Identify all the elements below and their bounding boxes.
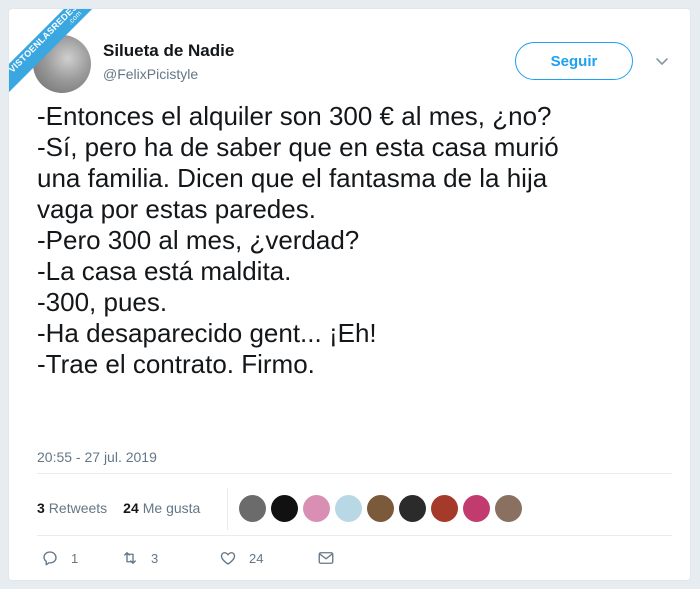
tweet-line: vaga por estas paredes. xyxy=(37,194,316,224)
divider xyxy=(37,535,672,536)
likes-label[interactable]: Me gusta xyxy=(143,500,201,516)
tweet-line: una familia. Dicen que el fantasma de la… xyxy=(37,163,548,193)
retweets-count[interactable]: 3 xyxy=(37,500,45,516)
liker-avatar[interactable] xyxy=(303,495,330,522)
tweet-line: -Entonces el alquiler son 300 € al mes, … xyxy=(37,101,552,131)
liker-avatars xyxy=(239,495,522,522)
liker-avatar[interactable] xyxy=(463,495,490,522)
divider xyxy=(37,473,672,474)
heart-icon[interactable] xyxy=(219,549,237,567)
reply-action[interactable]: 1 xyxy=(41,549,121,567)
liker-avatar[interactable] xyxy=(271,495,298,522)
watermark-ribbon: VISTOENLASREDES .com xyxy=(9,9,99,99)
like-count: 24 xyxy=(249,550,264,566)
likes-count[interactable]: 24 xyxy=(123,500,139,516)
tweet-timestamp[interactable]: 20:55 - 27 jul. 2019 xyxy=(37,449,157,465)
chevron-down-icon[interactable] xyxy=(654,53,670,69)
tweet-line: -Pero 300 al mes, ¿verdad? xyxy=(37,225,360,255)
author-handle[interactable]: @FelixPicistyle xyxy=(103,66,198,82)
stats-separator xyxy=(227,488,228,530)
follow-button[interactable]: Seguir xyxy=(515,42,633,80)
tweet-line: -Sí, pero ha de saber que en esta casa m… xyxy=(37,132,559,162)
reply-count: 1 xyxy=(71,550,79,566)
tweet-line: -Ha desaparecido gent... ¡Eh! xyxy=(37,318,377,348)
liker-avatar[interactable] xyxy=(367,495,394,522)
tweet-text: -Entonces el alquiler son 300 € al mes, … xyxy=(37,101,687,380)
tweet-line: -300, pues. xyxy=(37,287,168,317)
liker-avatar[interactable] xyxy=(431,495,458,522)
like-action[interactable]: 24 xyxy=(219,549,317,567)
retweet-icon[interactable] xyxy=(121,549,139,567)
retweet-count: 3 xyxy=(151,550,159,566)
message-action[interactable] xyxy=(317,549,335,567)
reply-icon[interactable] xyxy=(41,549,59,567)
envelope-icon[interactable] xyxy=(317,549,335,567)
tweet-line: -La casa está maldita. xyxy=(37,256,292,286)
retweets-label[interactable]: Retweets xyxy=(49,500,107,516)
retweet-action[interactable]: 3 xyxy=(121,549,219,567)
tweet-stats: 3 Retweets 24 Me gusta xyxy=(37,500,200,516)
liker-avatar[interactable] xyxy=(495,495,522,522)
tweet-actions: 1 3 24 xyxy=(41,549,335,567)
author-name[interactable]: Silueta de Nadie xyxy=(103,41,234,61)
liker-avatar[interactable] xyxy=(239,495,266,522)
tweet-card: VISTOENLASREDES .com Silueta de Nadie @F… xyxy=(8,8,691,581)
liker-avatar[interactable] xyxy=(399,495,426,522)
tweet-line: -Trae el contrato. Firmo. xyxy=(37,349,315,379)
liker-avatar[interactable] xyxy=(335,495,362,522)
